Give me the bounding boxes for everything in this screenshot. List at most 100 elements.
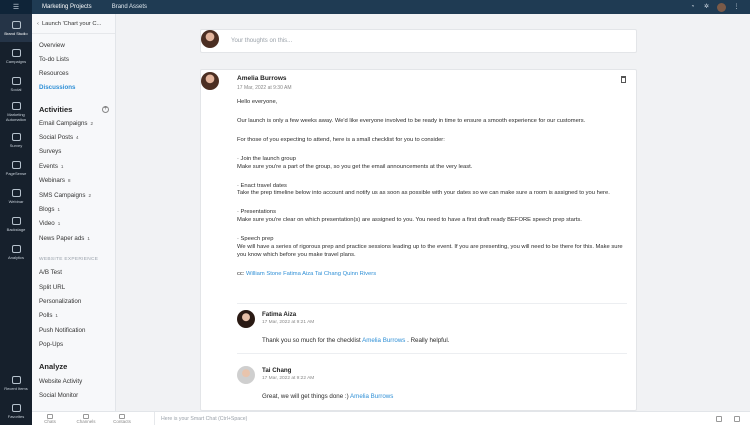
rail-bottom: Recent Items Favorites: [0, 369, 32, 425]
bottom-actions: [716, 415, 750, 422]
sidebar-item-pop-ups[interactable]: Pop-Ups: [32, 337, 115, 351]
divider: [237, 303, 627, 304]
sidebar-item-split-url[interactable]: Split URL: [32, 280, 115, 294]
paragraph-text: Make sure you're a part of the group, so…: [237, 163, 473, 170]
sidebar-item-personalization[interactable]: Personalization: [32, 294, 115, 308]
rail-label: Recent Items: [4, 385, 28, 391]
rail-label: Backstage: [6, 226, 26, 232]
discussion-main: Your thoughts on this... Amelia Burrows …: [117, 14, 750, 411]
paragraph-text: Take the prep timeline below into accoun…: [237, 190, 610, 197]
sidebar-item-social-monitor[interactable]: Social Monitor: [32, 388, 115, 402]
paragraph-text: We will have a series of rigorous prep a…: [237, 244, 623, 258]
tab-brand-assets[interactable]: Brand Assets: [102, 0, 157, 14]
comment-composer[interactable]: Your thoughts on this...: [200, 29, 637, 53]
rail-item-favorites[interactable]: Favorites: [0, 397, 32, 425]
add-activity-icon[interactable]: +: [102, 105, 109, 113]
rail-item-analytics[interactable]: Analytics: [0, 238, 32, 266]
sidebar-item-video[interactable]: Video 1: [32, 217, 115, 231]
trash-icon[interactable]: [621, 76, 626, 83]
rail-item-campaigns[interactable]: Campaigns: [0, 42, 32, 70]
calendar-icon[interactable]: [734, 415, 740, 422]
comment-author: Fatima Aiza: [262, 311, 297, 318]
sidebar-item-website-activity[interactable]: Website Activity: [32, 374, 115, 388]
item-label: Surveys: [39, 148, 62, 156]
avatar: [237, 366, 255, 384]
rail-label: Marketing Automation: [5, 112, 27, 122]
rail-label: Brand Studio: [4, 30, 28, 36]
post-author: Amelia Burrows: [237, 75, 287, 82]
rail-item-backstage[interactable]: Backstage: [0, 210, 32, 238]
chevron-left-icon: ‹: [37, 20, 39, 27]
bell-icon[interactable]: ◔: [689, 4, 696, 11]
comment-date: 17 Mar, 2022 at 9:21 AM: [262, 320, 315, 325]
channels-button[interactable]: Channels: [68, 413, 104, 424]
item-label: SMS Campaigns: [39, 191, 86, 199]
rail-item-webinar[interactable]: Webinar: [0, 182, 32, 210]
sidebar-item-resources[interactable]: Resources: [32, 66, 115, 80]
sidebar-item-blogs[interactable]: Blogs 1: [32, 202, 115, 216]
back-breadcrumb[interactable]: ‹ Launch 'Chart your C...: [32, 14, 115, 34]
sidebar-item-news-paper-ads[interactable]: News Paper ads 1: [32, 231, 115, 245]
user-avatar[interactable]: [717, 2, 726, 12]
sidebar-item-events[interactable]: Events 1: [32, 159, 115, 173]
post-paragraph: · Enact travel dates Take the prep timeli…: [237, 183, 627, 199]
sidebar-item-social-posts[interactable]: Social Posts 4: [32, 130, 115, 144]
sidebar-item-overview[interactable]: Overview: [32, 38, 115, 52]
analyze-heading: Analyze: [32, 360, 115, 374]
mention-link[interactable]: Amelia Burrows: [350, 393, 393, 400]
divider: [237, 353, 627, 354]
discussion-post: Amelia Burrows 17 Mar, 2022 at 9:30 AM H…: [200, 69, 637, 411]
cc-line: cc: William Stone Fatima Aiza Tai Chang …: [237, 271, 627, 279]
rail-item-recent-items[interactable]: Recent Items: [0, 369, 32, 397]
social-icon: [11, 76, 21, 85]
item-label: News Paper ads: [39, 234, 85, 242]
post-paragraph: · Presentations Make sure you're clear on…: [237, 209, 627, 225]
rail-label: PageSense: [5, 170, 27, 176]
chats-button[interactable]: Chats: [32, 413, 68, 424]
sidebar-item-todo-lists[interactable]: To-do Lists: [32, 52, 115, 66]
sidebar-item-ab-test[interactable]: A/B Test: [32, 266, 115, 280]
contacts-button[interactable]: Contacts: [104, 413, 140, 424]
item-label: Split URL: [39, 283, 66, 291]
post-paragraph: · Join the launch group Make sure you're …: [237, 156, 627, 172]
rail-item-survey[interactable]: Survey: [0, 126, 32, 154]
cc-prefix: cc:: [237, 270, 245, 277]
comment-date: 17 Mar, 2022 at 9:22 AM: [262, 376, 315, 381]
recent-items-icon: [11, 375, 21, 384]
rail-label: Social: [10, 86, 22, 92]
gear-icon[interactable]: ✲: [703, 4, 710, 11]
sidebar-item-push-notification[interactable]: Push Notification: [32, 323, 115, 337]
sidebar-item-webinars[interactable]: Webinars 8: [32, 174, 115, 188]
sidebar-item-discussions[interactable]: Discussions: [32, 80, 115, 94]
paragraph-text: For those of you expecting to attend, he…: [237, 136, 445, 143]
post-paragraph: For those of you expecting to attend, he…: [237, 137, 627, 145]
sidebar-item-polls[interactable]: Polls 1: [32, 309, 115, 323]
tab-marketing-projects[interactable]: Marketing Projects: [32, 0, 102, 14]
cc-recipients[interactable]: William Stone Fatima Aiza Tai Chang Quin…: [246, 271, 376, 277]
menu-button[interactable]: ☰: [0, 0, 32, 14]
app-rail: Brand Studio Campaigns Social Marketing …: [0, 14, 32, 425]
comment-author: Tai Chang: [262, 367, 292, 374]
sidebar-item-email-campaigns[interactable]: Email Campaigns 2: [32, 116, 115, 130]
comment-text-part: . Really helpful.: [405, 337, 450, 344]
analytics-icon: [11, 244, 21, 253]
project-sidebar: ‹ Launch 'Chart your C... Overview To-do …: [32, 14, 116, 411]
favorites-icon: [11, 403, 21, 412]
sidebar-item-surveys[interactable]: Surveys: [32, 145, 115, 159]
sidebar-item-sms-campaigns[interactable]: SMS Campaigns 2: [32, 188, 115, 202]
rail-item-pagesense[interactable]: PageSense: [0, 154, 32, 182]
item-label: Webinars: [39, 177, 66, 185]
item-label: Polls: [39, 312, 53, 320]
rail-item-social[interactable]: Social: [0, 70, 32, 98]
post-paragraph: Our launch is only a few weeks away. We'…: [237, 118, 627, 126]
rail-item-brand-studio[interactable]: Brand Studio: [0, 14, 32, 42]
comment-text-part: Great, we will get things done :): [262, 393, 351, 400]
item-label: Social Monitor: [39, 391, 79, 399]
item-count: 1: [55, 313, 58, 319]
survey-icon: [11, 132, 21, 141]
rail-item-marketing-automation[interactable]: Marketing Automation: [0, 98, 32, 126]
notes-icon[interactable]: [716, 415, 722, 422]
smart-chat-input[interactable]: Here is your Smart Chat (Ctrl+Space): [154, 411, 247, 425]
mention-link[interactable]: Amelia Burrows: [362, 337, 405, 344]
grid-menu-icon[interactable]: ⋮: [733, 4, 740, 11]
